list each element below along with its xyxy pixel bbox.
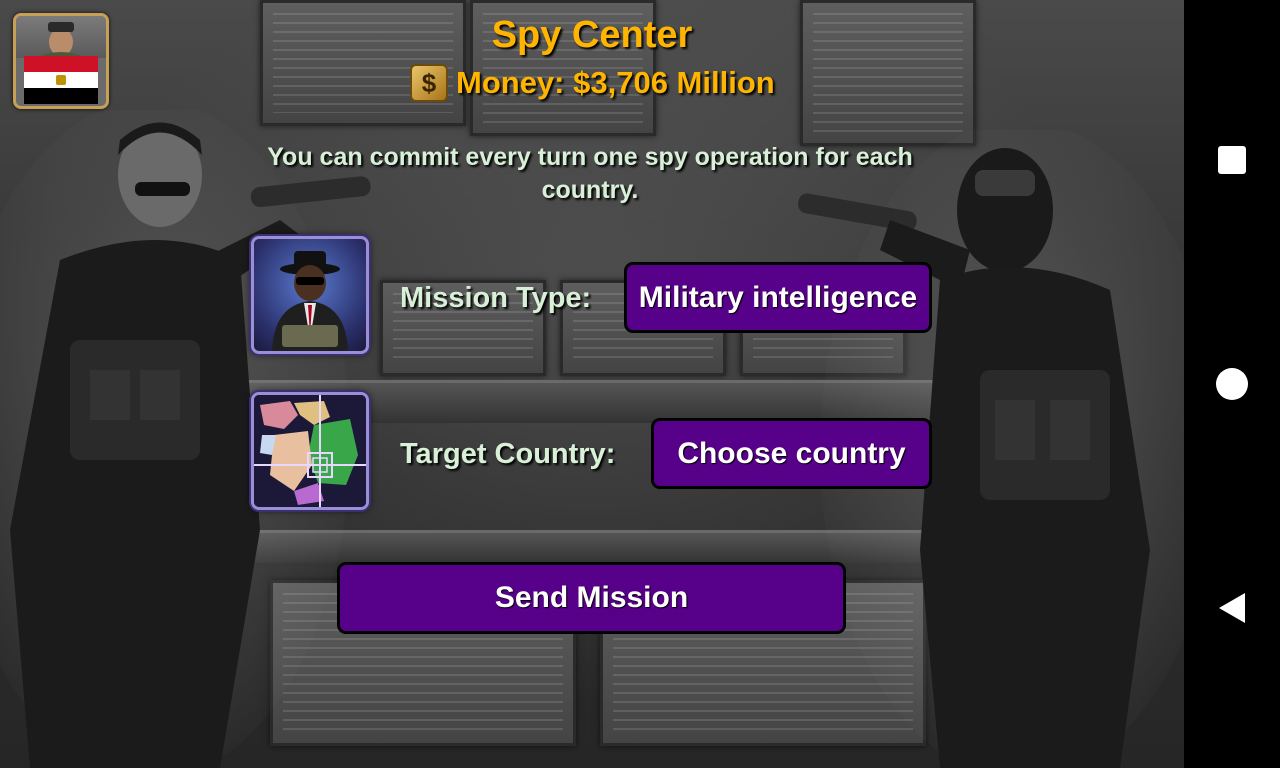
back-icon	[1219, 593, 1245, 623]
dollar-icon: $	[410, 64, 448, 102]
home-icon	[1216, 368, 1248, 400]
target-country-label: Target Country:	[400, 438, 616, 470]
back-button[interactable]	[1184, 560, 1280, 656]
mission-type-button[interactable]: Military intelligence	[624, 262, 932, 333]
choose-country-button[interactable]: Choose country	[651, 418, 932, 489]
recent-apps-icon	[1218, 146, 1246, 174]
home-button[interactable]	[1184, 336, 1280, 432]
system-navigation-bar	[1184, 0, 1280, 768]
egypt-flag-icon	[24, 56, 98, 104]
page-title: Spy Center	[491, 14, 693, 56]
spy-agent-icon	[251, 236, 369, 354]
mission-type-label: Mission Type:	[400, 282, 592, 314]
target-map-icon	[251, 392, 369, 510]
game-screen: Spy Center $ Money: $3,706 Million You c…	[0, 0, 1184, 768]
recent-apps-button[interactable]	[1184, 112, 1280, 208]
info-text: You can commit every turn one spy operat…	[267, 143, 913, 204]
send-mission-button[interactable]: Send Mission	[337, 562, 846, 634]
money-text: Money: $3,706 Million	[456, 65, 775, 100]
money-display: $ Money: $3,706 Million	[410, 64, 775, 102]
